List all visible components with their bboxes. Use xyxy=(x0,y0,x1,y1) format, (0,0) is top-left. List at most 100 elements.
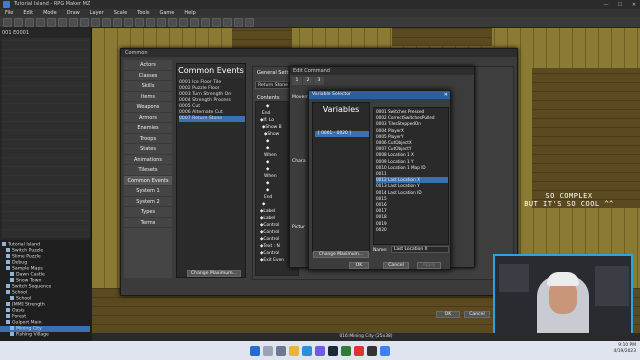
playtest-icon[interactable] xyxy=(245,18,254,27)
menu-tools[interactable]: Tools xyxy=(132,9,154,17)
menu-mode[interactable]: Mode xyxy=(38,9,62,17)
maximize-icon[interactable]: ☐ xyxy=(616,2,624,8)
search-icon[interactable] xyxy=(263,345,273,356)
pencil-icon[interactable] xyxy=(113,18,122,27)
contents-line[interactable]: ◆If: Lo xyxy=(260,118,274,123)
database-icon[interactable] xyxy=(190,18,199,27)
contents-line[interactable]: ◆Text : N xyxy=(260,244,280,249)
category-common-events[interactable]: Common Events xyxy=(124,175,172,186)
map-tree[interactable]: Tutorial Island Switch Puzzle Slime Puzz… xyxy=(0,240,92,338)
task-view-icon[interactable] xyxy=(276,345,286,356)
fill-icon[interactable] xyxy=(146,18,155,27)
contents-line[interactable]: ◆Control xyxy=(260,251,279,256)
map-tree-item[interactable]: Fishing Village xyxy=(10,332,49,338)
contents-line[interactable]: When xyxy=(264,174,277,179)
contents-line[interactable]: ◆Show B xyxy=(262,125,282,130)
minimize-icon[interactable]: — xyxy=(602,2,610,8)
variable-name-field[interactable]: Last Location X xyxy=(391,246,449,253)
menu-edit[interactable]: Edit xyxy=(18,9,38,17)
variable-cancel-button[interactable]: Cancel xyxy=(383,262,409,269)
contents-line[interactable]: ◆Control xyxy=(260,223,279,228)
contents-line[interactable]: ◆Control xyxy=(260,237,279,242)
variable-group-selected[interactable]: [ 0001 - 0020 ] xyxy=(315,131,369,137)
contents-line[interactable]: End xyxy=(262,111,270,116)
variable-ok-button[interactable]: OK xyxy=(349,262,369,269)
category-items[interactable]: Items xyxy=(124,92,172,102)
contents-line[interactable]: ◆ xyxy=(266,160,269,165)
tab-3[interactable]: 3 xyxy=(314,77,324,85)
category-system-1[interactable]: System 1 xyxy=(124,186,172,197)
contents-line[interactable]: End xyxy=(264,195,272,200)
variable-change-maximum-button[interactable]: Change Maximum... xyxy=(313,251,369,258)
close-icon[interactable]: ✕ xyxy=(630,2,638,8)
open-project-icon[interactable] xyxy=(14,18,23,27)
save-project-icon[interactable] xyxy=(25,18,34,27)
shadow-pen-icon[interactable] xyxy=(157,18,166,27)
contents-line[interactable]: ◆ xyxy=(266,139,269,144)
start-icon[interactable] xyxy=(250,345,260,356)
system-tray[interactable]: 9:10 PM 4/19/2023 xyxy=(613,343,636,355)
obs-icon[interactable] xyxy=(354,345,364,356)
variable-item[interactable]: 0020 xyxy=(376,227,448,233)
variable-list[interactable]: 0001 Switches Pressed 0002 CorrectSwitch… xyxy=(373,107,449,245)
common-event-item-selected[interactable]: 0007 Return Stone xyxy=(179,116,245,122)
file-explorer-icon[interactable] xyxy=(289,345,299,356)
contents-line[interactable]: ◆Show xyxy=(264,132,279,137)
rpg-maker-icon[interactable] xyxy=(367,345,377,356)
contents-line[interactable]: ◆ xyxy=(266,104,269,109)
contents-line[interactable]: ◆ xyxy=(266,188,269,193)
menu-file[interactable]: File xyxy=(0,9,18,17)
contents-line[interactable]: ◆ xyxy=(266,167,269,172)
ellipse-icon[interactable] xyxy=(135,18,144,27)
category-skills[interactable]: Skills xyxy=(124,81,172,92)
contents-line[interactable]: ◆Control xyxy=(260,230,279,235)
steam-icon[interactable] xyxy=(328,345,338,356)
tab-1[interactable]: 1 xyxy=(292,77,302,85)
category-weapons[interactable]: Weapons xyxy=(124,102,172,113)
category-armors[interactable]: Armors xyxy=(124,113,172,123)
edge-icon[interactable] xyxy=(302,345,312,356)
xbox-icon[interactable] xyxy=(341,345,351,356)
change-maximum-button[interactable]: Change Maximum... xyxy=(187,270,241,277)
category-terms[interactable]: Terms xyxy=(124,218,172,228)
category-troops[interactable]: Troops xyxy=(124,134,172,144)
menu-scale[interactable]: Scale xyxy=(109,9,132,17)
zoom-out-icon[interactable] xyxy=(179,18,188,27)
menu-draw[interactable]: Draw xyxy=(62,9,85,17)
database-cancel-button[interactable]: Cancel xyxy=(464,311,490,318)
menu-layer[interactable]: Layer xyxy=(85,9,109,17)
category-animations[interactable]: Animations xyxy=(124,155,172,165)
rectangle-icon[interactable] xyxy=(124,18,133,27)
contents-line[interactable]: ◆Exit Even xyxy=(260,258,284,263)
event-searcher-icon[interactable] xyxy=(223,18,232,27)
zoom-in-icon[interactable] xyxy=(168,18,177,27)
sound-test-icon[interactable] xyxy=(212,18,221,27)
event-mode-icon[interactable] xyxy=(102,18,111,27)
discord-icon[interactable] xyxy=(315,345,325,356)
new-project-icon[interactable] xyxy=(3,18,12,27)
paste-icon[interactable] xyxy=(58,18,67,27)
category-states[interactable]: States xyxy=(124,144,172,155)
contents-line[interactable]: ◆ xyxy=(266,146,269,151)
undo-icon[interactable] xyxy=(80,18,89,27)
database-ok-button[interactable]: OK xyxy=(436,311,460,318)
close-icon[interactable]: ✕ xyxy=(444,91,448,99)
category-actors[interactable]: Actors xyxy=(124,60,172,71)
category-system-2[interactable]: System 2 xyxy=(124,197,172,207)
contents-line[interactable]: When xyxy=(264,153,277,158)
contents-line[interactable]: ◆ xyxy=(266,181,269,186)
menu-game[interactable]: Game xyxy=(154,9,179,17)
cut-icon[interactable] xyxy=(36,18,45,27)
contents-line[interactable]: ◆ xyxy=(262,202,265,207)
category-tilesets[interactable]: Tilesets xyxy=(124,165,172,176)
tileset-palette[interactable] xyxy=(2,38,90,238)
contents-line[interactable]: ◆Label xyxy=(260,209,275,214)
map-mode-icon[interactable] xyxy=(91,18,100,27)
contents-line[interactable]: ◆Label xyxy=(260,216,275,221)
app-icon[interactable] xyxy=(380,345,390,356)
menu-help[interactable]: Help xyxy=(179,9,200,17)
plugin-manager-icon[interactable] xyxy=(201,18,210,27)
category-types[interactable]: Types xyxy=(124,207,172,218)
category-classes[interactable]: Classes xyxy=(124,71,172,81)
copy-icon[interactable] xyxy=(47,18,56,27)
